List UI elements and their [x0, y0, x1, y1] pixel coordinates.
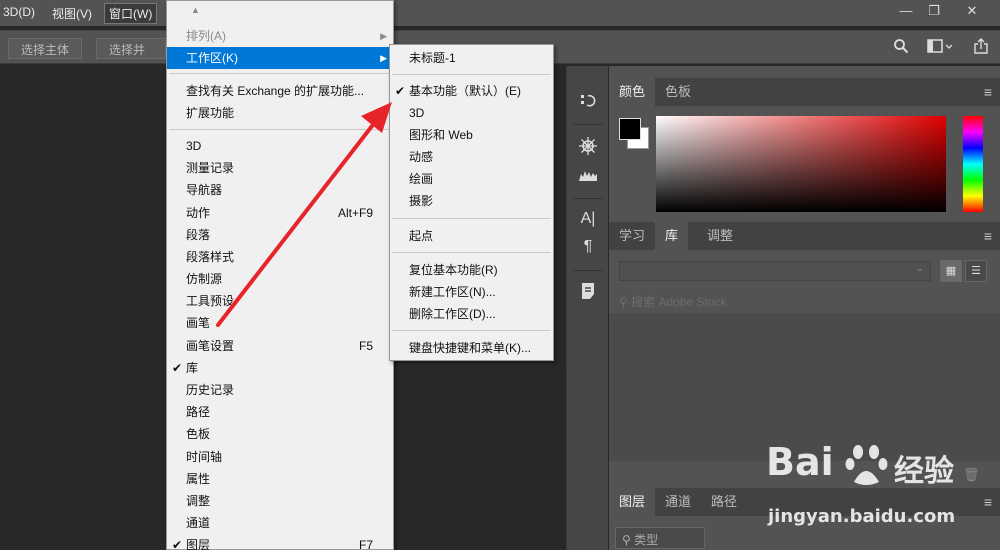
search-icon[interactable]	[893, 38, 909, 57]
watermark-url: jingyan.baidu.com	[768, 506, 956, 527]
window-menu: ▲ 排列(A) ▶ 工作区(K) ▶ 查找有关 Exchange 的扩展功能... …	[166, 0, 394, 550]
search-icon: ⚲	[622, 533, 635, 547]
checkmark-icon: ✔	[172, 538, 183, 550]
library-panel-menu-icon[interactable]: ≡	[984, 228, 992, 244]
tab-learn[interactable]: 学习	[609, 222, 655, 250]
menu-3d[interactable]: 3D(D)	[3, 5, 35, 19]
foreground-color-swatch[interactable]	[619, 118, 641, 140]
menu-item-channels[interactable]: 通道	[167, 512, 393, 534]
scroll-up-icon[interactable]: ▲	[191, 5, 200, 15]
chevron-right-icon: ▶	[380, 108, 387, 118]
menu-item-brushes[interactable]: 画笔	[167, 312, 393, 334]
menu-item-exchange[interactable]: 查找有关 Exchange 的扩展功能...	[167, 80, 393, 102]
workspace-submenu: 未标题-1 ✔ 基本功能（默认）(E) 3D 图形和 Web 动感 绘画 摄影 起…	[389, 44, 554, 361]
chevron-right-icon: ▶	[380, 53, 387, 63]
menu-item-arrange[interactable]: 排列(A) ▶	[167, 25, 393, 47]
submenu-item-essentials[interactable]: ✔ 基本功能（默认）(E)	[390, 80, 553, 102]
close-icon[interactable]: ✕	[956, 0, 988, 22]
submenu-item-new-workspace[interactable]: 新建工作区(N)...	[390, 281, 553, 303]
chevron-down-icon: ⌄	[915, 263, 924, 274]
menu-item-libraries[interactable]: ✔ 库	[167, 357, 393, 379]
menu-item-clone-source[interactable]: 仿制源	[167, 268, 393, 290]
history-icon[interactable]	[567, 92, 609, 114]
histogram-icon[interactable]	[567, 168, 609, 186]
select-and-mask-button[interactable]: 选择并遮住	[96, 38, 166, 59]
layer-filter-select[interactable]: ⚲ 类型	[615, 527, 705, 549]
menu-item-paragraph-styles[interactable]: 段落样式	[167, 246, 393, 268]
tab-color[interactable]: 颜色	[609, 78, 656, 106]
menu-item-actions[interactable]: 动作 Alt+F9	[167, 202, 393, 224]
menu-item-history[interactable]: 历史记录	[167, 379, 393, 401]
tab-swatches[interactable]: 色板	[655, 78, 701, 106]
menu-item-paths[interactable]: 路径	[167, 401, 393, 423]
adjust-icon[interactable]	[567, 136, 609, 160]
menu-view[interactable]: 视图(V)	[52, 5, 92, 22]
menubar: 3D(D) 视图(V) 窗口(W) — ❐ ✕	[0, 0, 1000, 26]
menu-item-swatches[interactable]: 色板	[167, 423, 393, 445]
submenu-item-untitled[interactable]: 未标题-1	[390, 47, 553, 69]
menu-window[interactable]: 窗口(W)	[104, 3, 158, 24]
submenu-item-motion[interactable]: 动感	[390, 146, 553, 168]
submenu-item-3d[interactable]: 3D	[390, 102, 553, 124]
submenu-item-painting[interactable]: 绘画	[390, 168, 553, 190]
submenu-item-start[interactable]: 起点	[390, 225, 553, 247]
submenu-item-keyboard-shortcuts[interactable]: 键盘快捷键和菜单(K)...	[390, 337, 553, 359]
character-icon[interactable]: A|	[567, 210, 609, 228]
menu-item-measurement-log[interactable]: 测量记录	[167, 157, 393, 179]
library-content	[609, 313, 1000, 461]
color-panel-menu-icon[interactable]: ≡	[984, 84, 992, 100]
checkmark-icon: ✔	[395, 84, 406, 98]
tab-paths[interactable]: 路径	[701, 488, 747, 516]
submenu-item-graphic-web[interactable]: 图形和 Web	[390, 124, 553, 146]
tab-libraries[interactable]: 库	[655, 222, 689, 250]
library-select[interactable]: ⌄	[619, 261, 931, 281]
stock-search-input[interactable]: ⚲ 搜索 Adobe Stock	[619, 293, 727, 310]
menu-item-adjustments[interactable]: 调整	[167, 490, 393, 512]
paw-icon	[845, 445, 888, 485]
menu-item-layers[interactable]: ✔ 图层 F7	[167, 534, 393, 550]
chevron-right-icon: ▶	[380, 31, 387, 41]
menu-item-properties[interactable]: 属性	[167, 468, 393, 490]
search-icon: ⚲	[619, 295, 632, 309]
library-panel-tabs: 学习 库 调整 ≡	[609, 222, 1000, 250]
restore-icon[interactable]: ❐	[918, 0, 950, 22]
panel-icon-strip: A| ¶	[566, 66, 608, 550]
submenu-item-reset-essentials[interactable]: 复位基本功能(R)	[390, 259, 553, 281]
menu-item-paragraph[interactable]: 段落	[167, 224, 393, 246]
notes-icon[interactable]	[567, 282, 609, 304]
tab-layers[interactable]: 图层	[609, 488, 656, 516]
list-view-button[interactable]: ☰	[965, 260, 987, 282]
color-panel-tabs: 颜色 色板 ≡	[609, 78, 1000, 106]
submenu-item-photography[interactable]: 摄影	[390, 190, 553, 212]
baidu-jingyan-watermark: Bai 百度 经验 jingyan.baidu.com	[766, 440, 996, 540]
menu-item-workspace[interactable]: 工作区(K) ▶	[167, 47, 393, 69]
workspace-icon[interactable]	[927, 38, 953, 57]
tab-channels[interactable]: 通道	[655, 488, 701, 516]
menu-item-brush-settings[interactable]: 画笔设置 F5	[167, 335, 393, 357]
menu-item-timeline[interactable]: 时间轴	[167, 446, 393, 468]
hue-slider[interactable]	[963, 116, 983, 212]
share-icon[interactable]	[973, 38, 989, 57]
color-spectrum[interactable]	[656, 116, 946, 212]
menu-item-3d[interactable]: 3D	[167, 135, 393, 157]
menu-item-extensions[interactable]: 扩展功能 ▶	[167, 102, 393, 124]
menu-item-navigator[interactable]: 导航器	[167, 179, 393, 201]
baidu-logo: Bai	[766, 440, 834, 484]
checkmark-icon: ✔	[172, 361, 183, 375]
paragraph-icon[interactable]: ¶	[567, 238, 609, 256]
menu-item-tool-presets[interactable]: 工具预设	[167, 290, 393, 312]
jingyan-brand: 经验	[894, 455, 954, 488]
grid-view-button[interactable]: ▦	[940, 260, 962, 282]
submenu-item-delete-workspace[interactable]: 删除工作区(D)...	[390, 303, 553, 325]
select-subject-button[interactable]: 选择主体	[8, 38, 83, 59]
tab-adjustments[interactable]: 调整	[697, 222, 743, 250]
